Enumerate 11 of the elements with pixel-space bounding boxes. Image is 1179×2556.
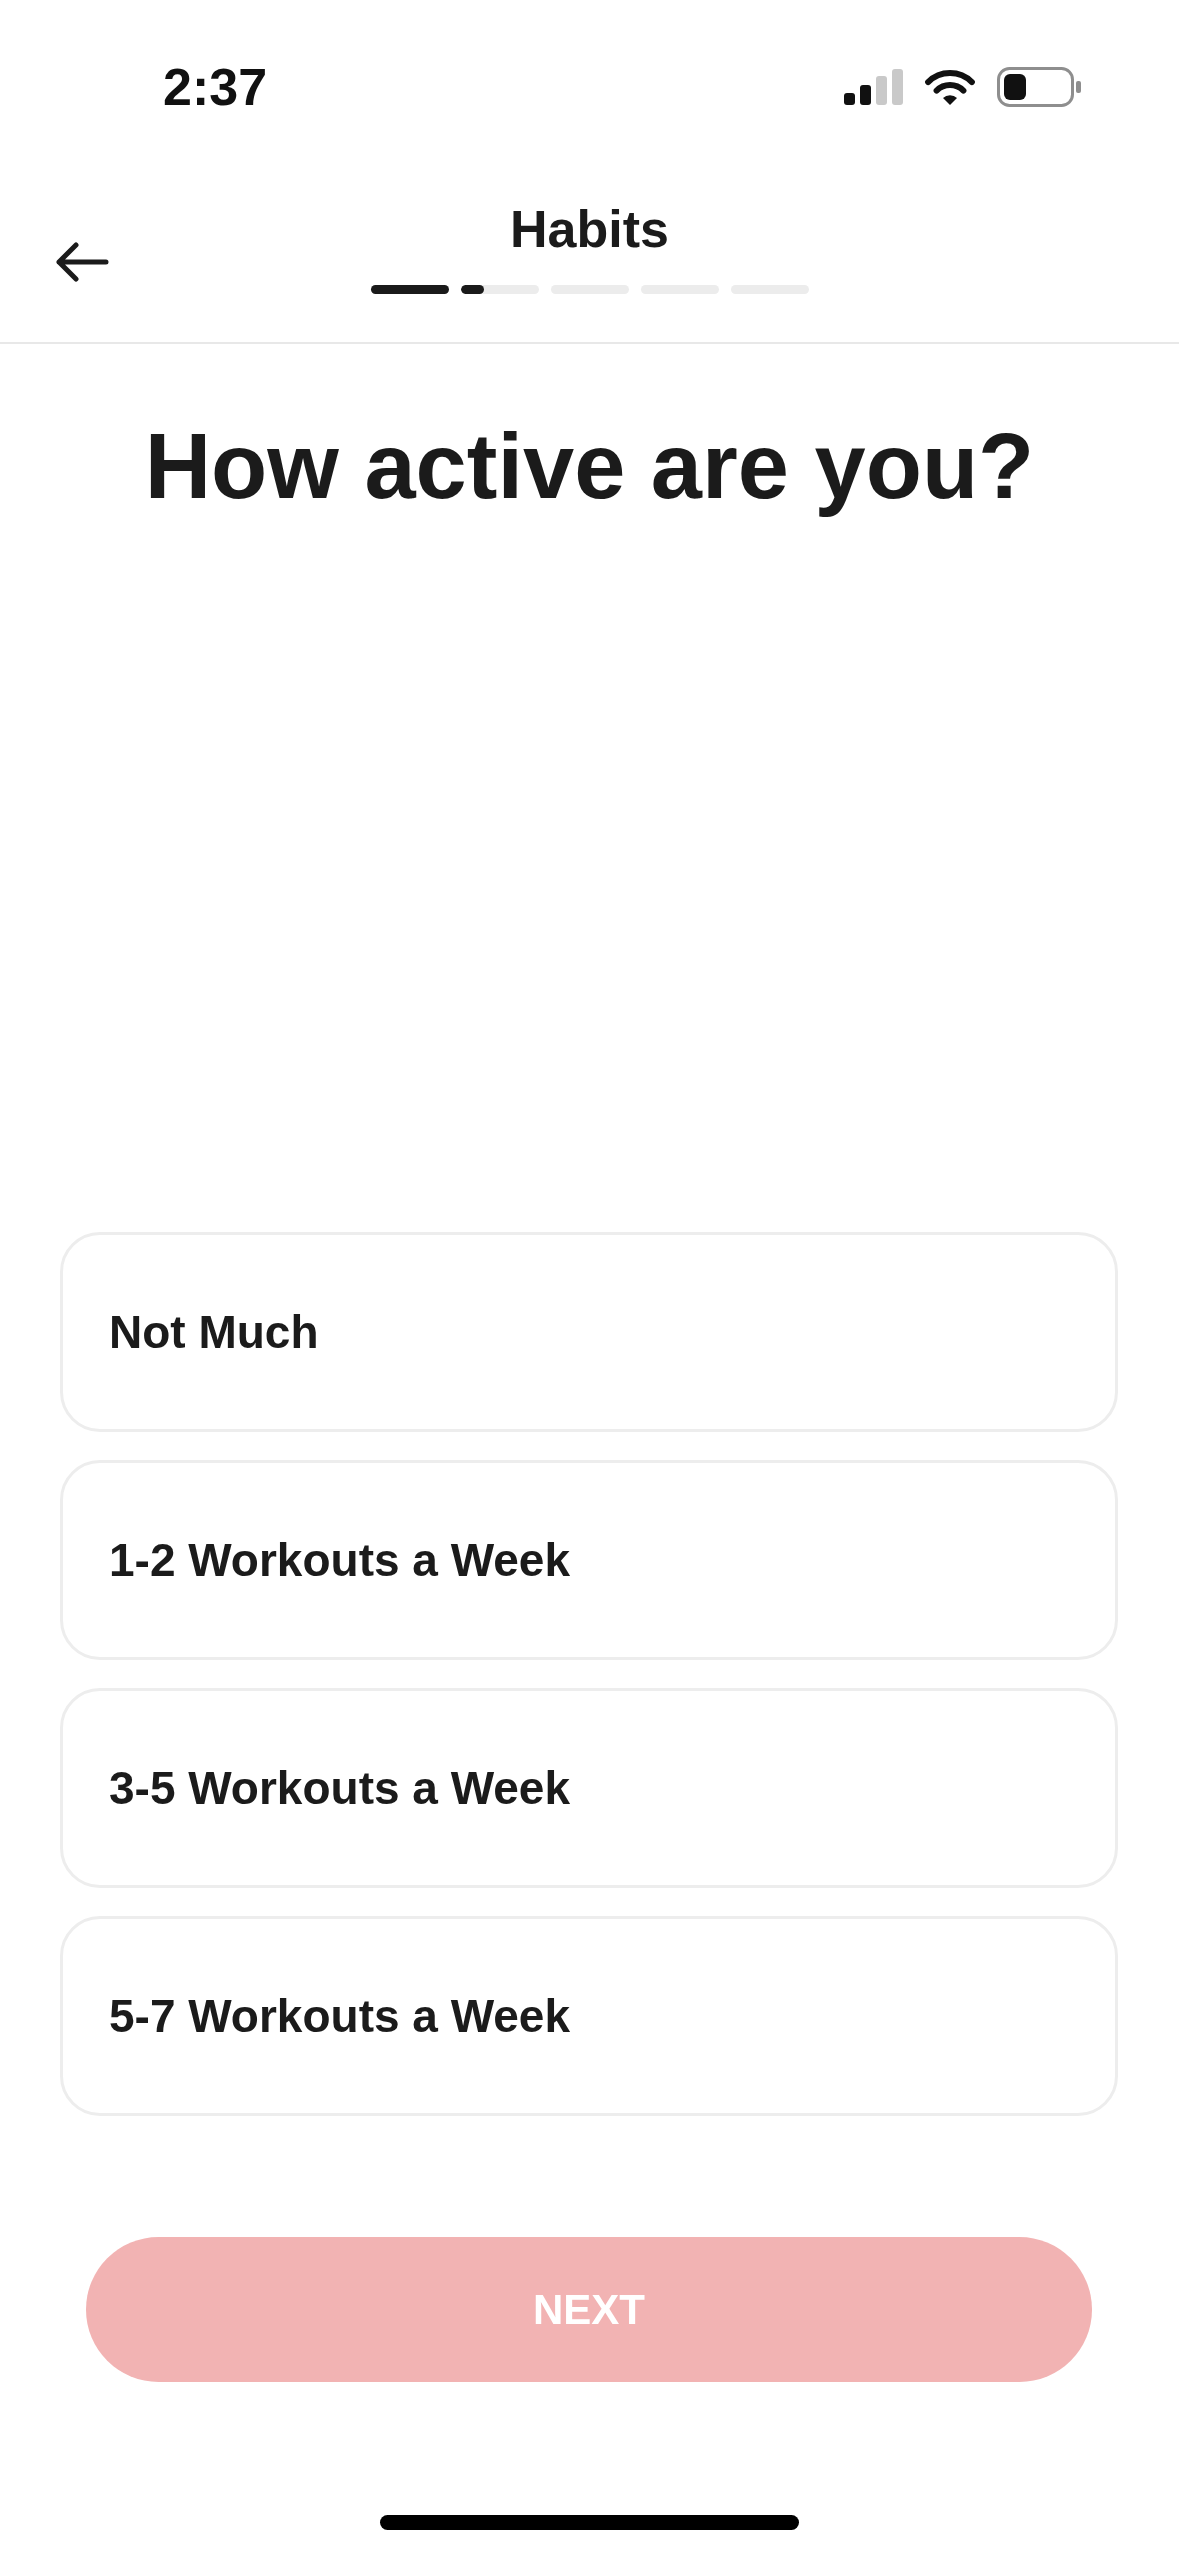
screen-title: Habits xyxy=(510,199,669,259)
battery-icon xyxy=(997,67,1081,107)
question-heading: How active are you? xyxy=(144,414,1035,519)
option-card[interactable]: Not Much xyxy=(60,1232,1118,1432)
back-arrow-icon[interactable] xyxy=(55,241,109,283)
signal-icon xyxy=(844,69,903,105)
status-time: 2:37 xyxy=(163,61,268,113)
option-card[interactable]: 3-5 Workouts a Week xyxy=(60,1688,1118,1888)
option-card[interactable]: 5-7 Workouts a Week xyxy=(60,1916,1118,2116)
option-card[interactable]: 1-2 Workouts a Week xyxy=(60,1460,1118,1660)
wifi-icon xyxy=(924,68,976,106)
